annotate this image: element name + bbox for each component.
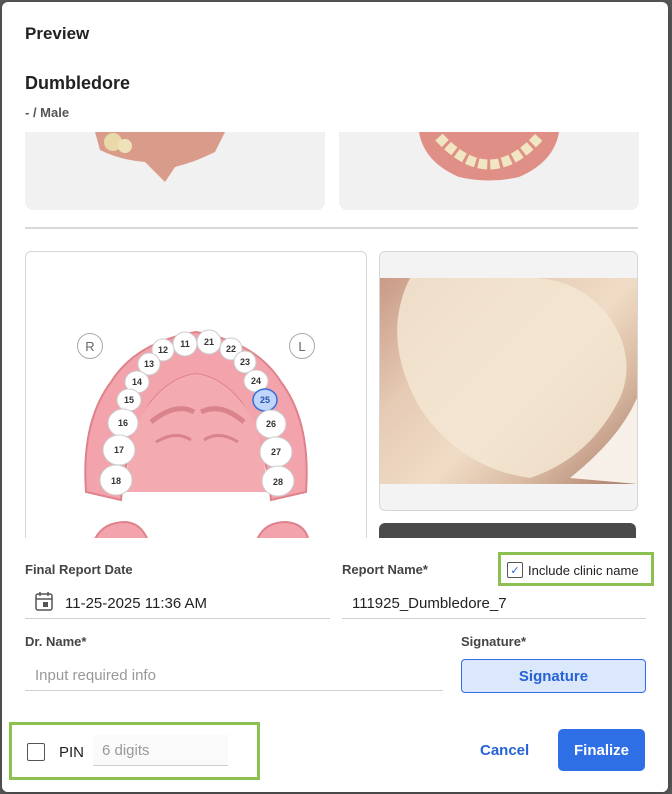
patient-info: - / Male <box>25 105 70 120</box>
dr-name-input[interactable]: Input required info <box>25 660 443 691</box>
svg-text:13: 13 <box>144 359 154 369</box>
svg-text:21: 21 <box>204 337 214 347</box>
report-name-field[interactable]: 111925_Dumbledore_7 <box>342 588 646 619</box>
svg-text:14: 14 <box>132 377 142 387</box>
signature-label: Signature* <box>461 634 527 649</box>
section-divider <box>25 227 638 229</box>
svg-text:24: 24 <box>251 376 261 386</box>
intraoral-photo-card[interactable] <box>379 251 638 511</box>
dr-name-label: Dr. Name* <box>25 634 87 649</box>
final-report-date-field[interactable]: 11-25-2025 11:36 AM <box>25 588 330 619</box>
tooth-15: 15 <box>116 388 142 412</box>
cancel-button[interactable]: Cancel <box>480 742 529 759</box>
tooth-26: 26 <box>255 409 287 439</box>
svg-text:22: 22 <box>226 344 236 354</box>
tooth-28: 28 <box>261 465 295 497</box>
svg-text:17: 17 <box>114 445 124 455</box>
checkbox-checked-icon: ✓ <box>507 562 523 578</box>
svg-text:16: 16 <box>118 418 128 428</box>
intraoral-photo <box>380 278 637 484</box>
tooth-23: 23 <box>233 350 257 374</box>
report-name-label: Report Name* <box>342 562 428 577</box>
include-clinic-checkbox[interactable]: ✓ Include clinic name <box>507 562 639 578</box>
report-form: Final Report Date 11-25-2025 11:36 AM Re… <box>2 538 668 792</box>
svg-text:26: 26 <box>266 419 276 429</box>
checkbox-unchecked-icon <box>27 743 45 761</box>
dialog-title: Preview <box>25 24 90 43</box>
svg-text:25: 25 <box>260 395 270 405</box>
svg-text:18: 18 <box>111 476 121 486</box>
report-name-value: 111925_Dumbledore_7 <box>352 594 507 612</box>
pin-placeholder: 6 digits <box>102 741 150 759</box>
pin-checkbox[interactable]: PIN <box>27 743 84 761</box>
final-report-date-label: Final Report Date <box>25 562 133 577</box>
tooth-17: 17 <box>102 434 136 466</box>
dr-name-placeholder: Input required info <box>35 666 156 684</box>
upper-arch-diagram: 11 21 12 22 13 23 14 24 15 25 16 26 17 2… <box>84 329 309 538</box>
pin-input[interactable]: 6 digits <box>93 735 228 766</box>
second-photo-card[interactable] <box>379 523 636 538</box>
preview-scroll-area[interactable]: R L 11 21 12 22 13 23 14 24 15 25 16 26 … <box>2 132 668 538</box>
svg-text:23: 23 <box>240 357 250 367</box>
tooth-21: 21 <box>196 329 222 355</box>
include-clinic-label: Include clinic name <box>528 562 639 578</box>
svg-text:28: 28 <box>273 477 283 487</box>
tooth-25: 25 <box>252 388 278 412</box>
svg-text:27: 27 <box>271 447 281 457</box>
svg-text:15: 15 <box>124 395 134 405</box>
calendar-icon <box>35 591 57 615</box>
scan-thumbnail-left <box>25 132 325 210</box>
tooth-18: 18 <box>99 464 133 496</box>
svg-text:11: 11 <box>180 339 190 349</box>
final-report-date-value: 11-25-2025 11:36 AM <box>65 594 208 612</box>
preview-dialog: Preview Dumbledore - / Male R L 11 21 12… <box>2 2 668 792</box>
tooth-chart-card: R L 11 21 12 22 13 23 14 24 15 25 16 26 … <box>25 251 367 538</box>
signature-button[interactable]: Signature <box>461 659 646 693</box>
pin-label: PIN <box>59 743 85 761</box>
tooth-27: 27 <box>259 436 293 468</box>
scan-thumbnail-right <box>339 132 639 210</box>
patient-name: Dumbledore <box>25 73 131 93</box>
finalize-button[interactable]: Finalize <box>558 729 645 771</box>
svg-text:12: 12 <box>158 345 168 355</box>
tooth-11: 11 <box>172 331 198 357</box>
tooth-16: 16 <box>107 408 139 438</box>
